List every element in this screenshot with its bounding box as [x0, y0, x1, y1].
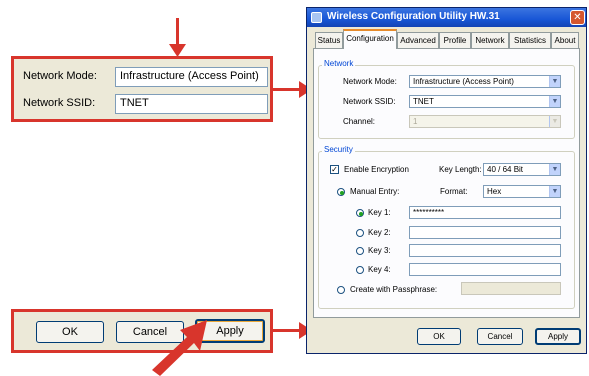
tab-configuration[interactable]: Configuration	[343, 29, 397, 49]
right-arrow-shaft-bottom	[273, 329, 301, 332]
network-ssid-label: Network SSID:	[343, 97, 396, 106]
passphrase-label: Create with Passphrase:	[350, 285, 438, 294]
channel-select[interactable]: 1 ▼	[409, 115, 561, 128]
title-bar: Wireless Configuration Utility HW.31 ✕	[307, 8, 586, 27]
right-arrow-shaft-top	[273, 88, 301, 91]
enable-encryption-checkbox[interactable]: ✓	[330, 165, 339, 174]
format-select[interactable]: Hex ▼	[483, 185, 561, 198]
key3-label: Key 3:	[368, 246, 391, 255]
wireless-config-window: Wireless Configuration Utility HW.31 ✕ S…	[306, 7, 587, 354]
chevron-down-icon: ▼	[549, 164, 560, 175]
key3-field[interactable]	[409, 244, 561, 257]
tab-advanced[interactable]: Advanced	[397, 32, 439, 48]
cancel-button[interactable]: Cancel	[477, 328, 523, 345]
zoom-network-mode-field[interactable]: Infrastructure (Access Point)	[115, 67, 268, 87]
zoom-network-ssid-label: Network SSID:	[23, 97, 96, 109]
manual-entry-radio[interactable]	[337, 188, 345, 196]
tab-profile[interactable]: Profile	[439, 32, 471, 48]
key1-label: Key 1:	[368, 208, 391, 217]
apply-pointer-arrow	[152, 320, 207, 376]
key3-radio[interactable]	[356, 247, 364, 255]
zoom-network-mode-label: Network Mode:	[23, 70, 97, 82]
zoom-network-ssid-field[interactable]: TNET	[115, 94, 268, 114]
key4-field[interactable]	[409, 263, 561, 276]
passphrase-field[interactable]	[461, 282, 561, 295]
close-icon[interactable]: ✕	[570, 10, 585, 25]
key4-label: Key 4:	[368, 265, 391, 274]
key-length-select[interactable]: 40 / 64 Bit ▼	[483, 163, 561, 176]
network-mode-value: Infrastructure (Access Point)	[413, 77, 514, 86]
channel-value: 1	[413, 117, 418, 126]
manual-entry-label: Manual Entry:	[350, 187, 400, 196]
network-mode-select[interactable]: Infrastructure (Access Point) ▼	[409, 75, 561, 88]
key-length-value: 40 / 64 Bit	[487, 165, 524, 174]
security-group-label: Security	[322, 145, 355, 154]
passphrase-radio[interactable]	[337, 286, 345, 294]
channel-label: Channel:	[343, 117, 376, 126]
format-value: Hex	[487, 187, 502, 196]
apply-button[interactable]: Apply	[535, 328, 581, 345]
chevron-down-icon: ▼	[549, 96, 560, 107]
network-ssid-select[interactable]: TNET ▼	[409, 95, 561, 108]
key2-field[interactable]	[409, 226, 561, 239]
network-ssid-value: TNET	[413, 97, 434, 106]
network-group-label: Network	[322, 59, 356, 68]
format-label: Format:	[440, 187, 468, 196]
window-title: Wireless Configuration Utility HW.31	[327, 11, 500, 22]
key2-radio[interactable]	[356, 229, 364, 237]
key-length-label: Key Length:	[439, 165, 482, 174]
tab-status[interactable]: Status	[315, 32, 343, 48]
top-arrow-shaft	[176, 18, 179, 46]
tab-network[interactable]: Network	[471, 32, 509, 48]
ok-button[interactable]: OK	[417, 328, 461, 345]
tab-statistics[interactable]: Statistics	[509, 32, 551, 48]
key1-field[interactable]: **********	[409, 206, 561, 219]
network-mode-label: Network Mode:	[343, 77, 397, 86]
enable-encryption-label: Enable Encryption	[344, 165, 409, 174]
app-icon	[311, 12, 322, 23]
configuration-panel: Network Network Mode: Infrastructure (Ac…	[313, 48, 580, 318]
chevron-down-icon: ▼	[549, 76, 560, 87]
key2-label: Key 2:	[368, 228, 391, 237]
zoom-network-panel: Network Mode: Infrastructure (Access Poi…	[11, 56, 273, 122]
chevron-down-icon: ▼	[549, 186, 560, 197]
key1-radio[interactable]	[356, 209, 364, 217]
key4-radio[interactable]	[356, 266, 364, 274]
tab-about[interactable]: About	[551, 32, 579, 48]
chevron-down-icon: ▼	[549, 116, 560, 127]
zoom-ok-button[interactable]: OK	[36, 321, 104, 343]
